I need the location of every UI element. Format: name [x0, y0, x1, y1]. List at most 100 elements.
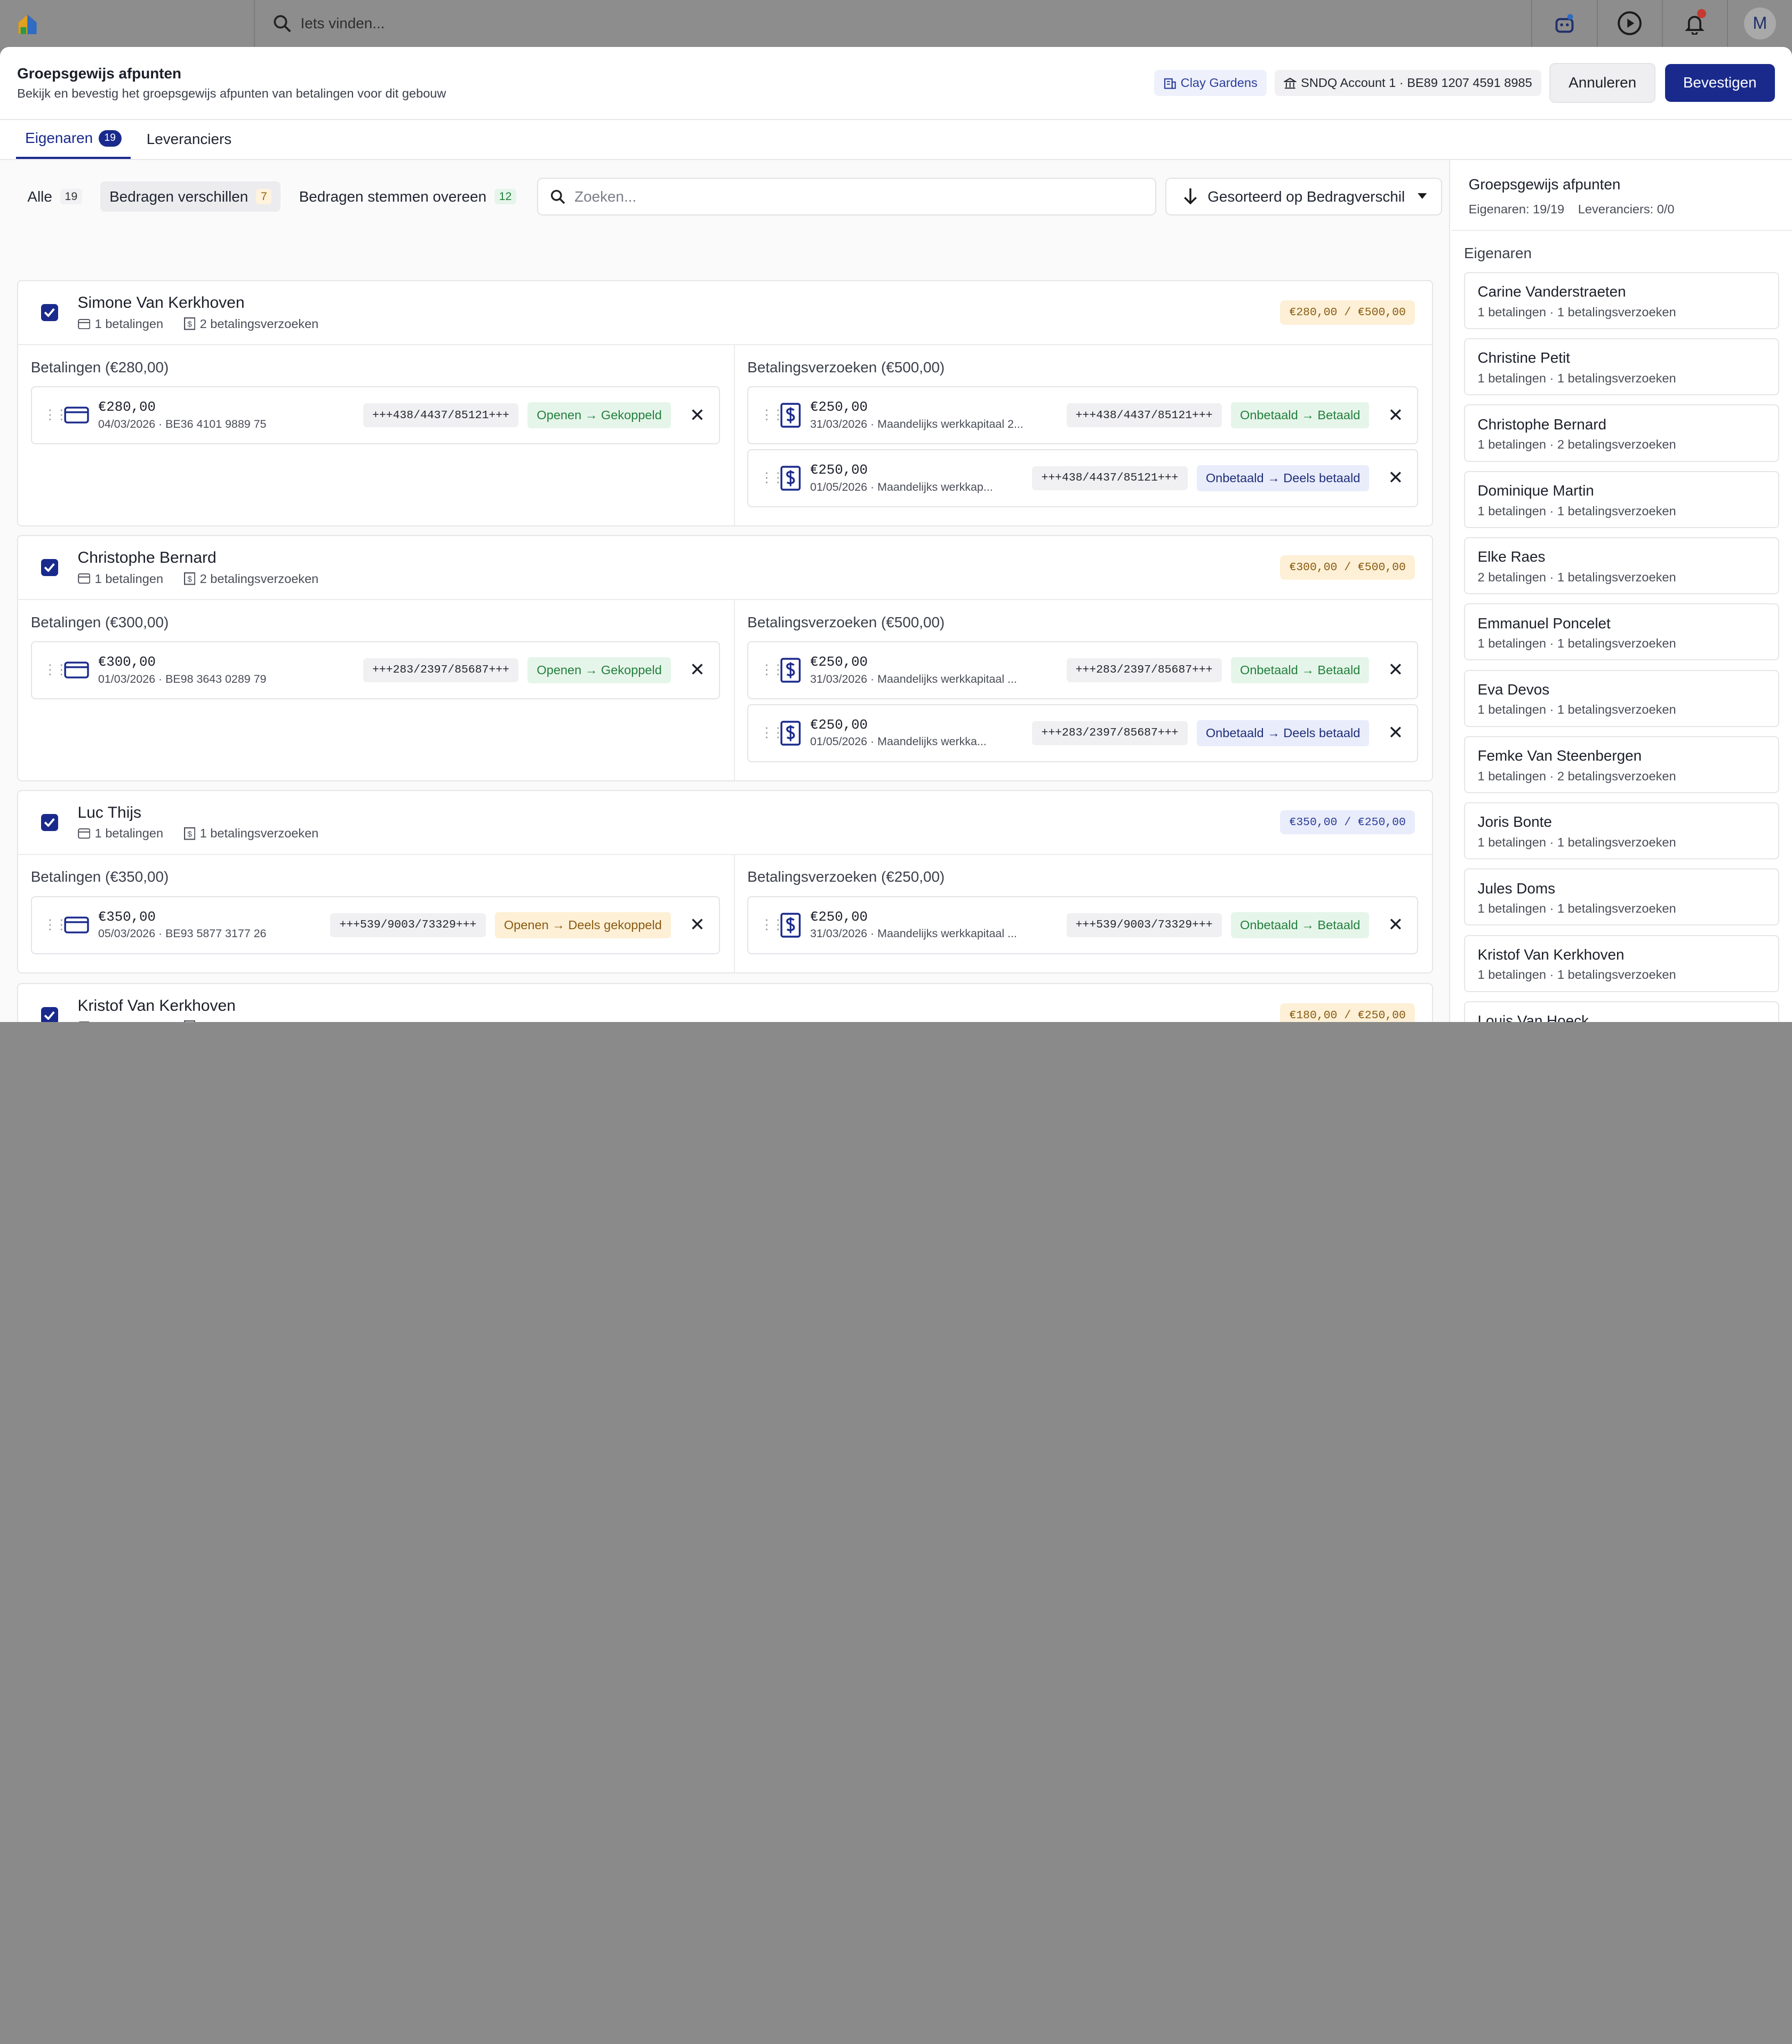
summary-owner-item[interactable]: Louis Van Hoeck	[1464, 1001, 1779, 1022]
tab-suppliers-label: Leveranciers	[147, 131, 231, 148]
remove-payment-button[interactable]: ✕	[689, 405, 705, 426]
account-chip: SNDQ Account 1 · BE89 1207 4591 8985	[1275, 70, 1541, 95]
summary-owner-item[interactable]: Christine Petit1 betalingen · 1 betaling…	[1464, 338, 1779, 395]
remove-request-button[interactable]: ✕	[1388, 914, 1404, 936]
summary-owner-name: Elke Raes	[1478, 548, 1766, 565]
summary-owner-item[interactable]: Dominique Martin1 betalingen · 1 betalin…	[1464, 471, 1779, 528]
filter-bar: Alle 19 Bedragen verschillen 7 Bedragen …	[0, 160, 1449, 233]
summary-owner-item[interactable]: Kristof Van Kerkhoven1 betalingen · 1 be…	[1464, 935, 1779, 992]
payments-title: Betalingen (€300,00)	[31, 614, 720, 631]
filter-amounts-match[interactable]: Bedragen stemmen overeen 12	[290, 181, 526, 212]
summary-title: Groepsgewijs afpunten	[1469, 176, 1775, 193]
request-amount: €250,00	[810, 654, 1067, 670]
remove-request-button[interactable]: ✕	[1388, 405, 1404, 426]
drag-handle-icon[interactable]: ⋮⋮	[760, 729, 776, 737]
payments-title: Betalingen (€350,00)	[31, 868, 720, 885]
summary-owner-item[interactable]: Elke Raes2 betalingen · 1 betalingsverzo…	[1464, 537, 1779, 594]
summary-owner-meta: 1 betalingen · 1 betalingsverzoeken	[1478, 305, 1766, 320]
summary-owner-item[interactable]: Eva Devos1 betalingen · 1 betalingsverzo…	[1464, 670, 1779, 727]
play-circle-icon	[1617, 11, 1642, 36]
request-amount: €250,00	[810, 717, 1032, 733]
summary-owner-item[interactable]: Jules Doms1 betalingen · 1 betalingsverz…	[1464, 868, 1779, 925]
summary-owner-meta: 1 betalingen · 1 betalingsverzoeken	[1478, 968, 1766, 982]
tab-bar: Eigenaren 19 Leveranciers	[0, 120, 1792, 160]
filter-amounts-differ[interactable]: Bedragen verschillen 7	[100, 181, 281, 212]
payment-item[interactable]: ⋮⋮ €280,00 04/03/2026 · BE36 4101 9889 75+…	[31, 386, 720, 444]
request-item[interactable]: ⋮⋮€250,0031/03/2026 · Maandelijks werkka…	[747, 896, 1418, 954]
payments-title: Betalingen (€280,00)	[31, 359, 720, 376]
owner-card: Christophe Bernard1 betalingen$2 betalin…	[17, 535, 1433, 781]
status-change-badge: Onbetaald → Deels betaald	[1197, 720, 1370, 746]
search-icon	[273, 14, 291, 33]
drag-handle-icon[interactable]: ⋮⋮	[43, 921, 59, 929]
remove-request-button[interactable]: ✕	[1388, 467, 1404, 489]
global-search[interactable]: Iets vinden...	[255, 14, 1532, 33]
request-item[interactable]: ⋮⋮€250,0001/05/2026 · Maandelijks werkka…	[747, 449, 1418, 507]
summary-owner-item[interactable]: Carine Vanderstraeten1 betalingen · 1 be…	[1464, 272, 1779, 329]
filter-match-label: Bedragen stemmen overeen	[299, 188, 486, 205]
drag-handle-icon[interactable]: ⋮⋮	[43, 411, 59, 419]
play-tutorial-button[interactable]	[1597, 0, 1662, 47]
drag-handle-icon[interactable]: ⋮⋮	[760, 474, 776, 482]
building-name: Clay Gardens	[1181, 76, 1258, 90]
tab-owners-count: 19	[99, 130, 122, 147]
payment-amount: €280,00	[98, 400, 363, 415]
remove-payment-button[interactable]: ✕	[689, 659, 705, 681]
tab-suppliers[interactable]: Leveranciers	[138, 120, 241, 159]
structured-reference: +++438/4437/85121+++	[363, 403, 518, 427]
request-item[interactable]: ⋮⋮ €250,00 31/03/2026 · Maandelijks werkka…	[747, 641, 1418, 699]
confirm-button[interactable]: Bevestigen	[1665, 64, 1775, 102]
remove-payment-button[interactable]: ✕	[689, 914, 705, 936]
cancel-button[interactable]: Annuleren	[1549, 63, 1656, 103]
avatar[interactable]: M	[1744, 7, 1776, 39]
remove-request-button[interactable]: ✕	[1388, 722, 1404, 744]
owner-checkbox[interactable]	[41, 1007, 58, 1022]
filter-all-label: Alle	[27, 188, 52, 205]
robot-icon	[1553, 12, 1576, 35]
drag-handle-icon[interactable]: ⋮⋮	[43, 666, 59, 674]
summary-owner-item[interactable]: Christophe Bernard1 betalingen · 2 betal…	[1464, 404, 1779, 461]
search-icon	[550, 189, 565, 204]
app-logo[interactable]	[0, 0, 255, 47]
notifications-button[interactable]	[1662, 0, 1727, 47]
check-icon	[44, 818, 55, 827]
remove-request-button[interactable]: ✕	[1388, 659, 1404, 681]
payment-item[interactable]: ⋮⋮€300,0001/03/2026 · BE98 3643 0289 79+…	[31, 641, 720, 699]
owner-requests-count: 1 betalingsverzoeken	[200, 826, 319, 841]
summary-owner-name: Christophe Bernard	[1478, 416, 1766, 433]
check-icon	[44, 308, 55, 317]
status-change-badge: Openen → Gekoppeld	[527, 402, 671, 428]
assistant-button[interactable]	[1531, 0, 1596, 47]
owner-amount-summary: €180,00 / €250,00	[1280, 1003, 1415, 1022]
structured-reference: +++438/4437/85121+++	[1032, 466, 1187, 490]
summary-owner-name: Jules Doms	[1478, 880, 1766, 897]
user-menu[interactable]: M	[1727, 0, 1792, 47]
invoice-dollar-icon	[780, 403, 801, 428]
structured-reference: +++283/2397/85687+++	[363, 658, 518, 682]
drag-handle-icon[interactable]: ⋮⋮	[760, 666, 776, 674]
owner-checkbox[interactable]	[41, 304, 58, 321]
owner-checkbox[interactable]	[41, 559, 58, 576]
tab-owners[interactable]: Eigenaren 19	[16, 120, 131, 159]
summary-owner-item[interactable]: Joris Bonte1 betalingen · 1 betalingsver…	[1464, 802, 1779, 859]
payment-item[interactable]: ⋮⋮€350,0005/03/2026 · BE93 5877 3177 26+…	[31, 896, 720, 954]
drag-handle-icon[interactable]: ⋮⋮	[760, 411, 776, 419]
summary-owner-name: Emmanuel Poncelet	[1478, 615, 1766, 632]
summary-owner-item[interactable]: Emmanuel Poncelet1 betalingen · 1 betali…	[1464, 603, 1779, 660]
request-item[interactable]: ⋮⋮€250,0001/05/2026 · Maandelijks werkka…	[747, 704, 1418, 762]
request-type-icon	[780, 658, 801, 683]
structured-reference: +++539/9003/73329+++	[1067, 913, 1222, 937]
owner-checkbox[interactable]	[41, 814, 58, 831]
summary-owner-name: Louis Van Hoeck	[1478, 1012, 1766, 1022]
request-details: 31/03/2026 · Maandelijks werkkapitaal ..…	[810, 673, 1067, 686]
owner-search-input[interactable]: Zoeken...	[537, 178, 1156, 215]
sort-dropdown[interactable]: Gesorteerd op Bedragverschil	[1165, 178, 1442, 215]
request-type-icon	[780, 466, 801, 491]
summary-owner-item[interactable]: Femke Van Steenbergen1 betalingen · 2 be…	[1464, 736, 1779, 793]
request-item[interactable]: ⋮⋮€250,0031/03/2026 · Maandelijks werkka…	[747, 386, 1418, 444]
payment-details: 04/03/2026 · BE36 4101 9889 75	[98, 418, 363, 431]
drag-handle-icon[interactable]: ⋮⋮	[760, 921, 776, 929]
building-chip: Clay Gardens	[1154, 70, 1266, 95]
owner-payments-count: 1 betalingen	[95, 317, 163, 331]
filter-all[interactable]: Alle 19	[18, 181, 91, 212]
